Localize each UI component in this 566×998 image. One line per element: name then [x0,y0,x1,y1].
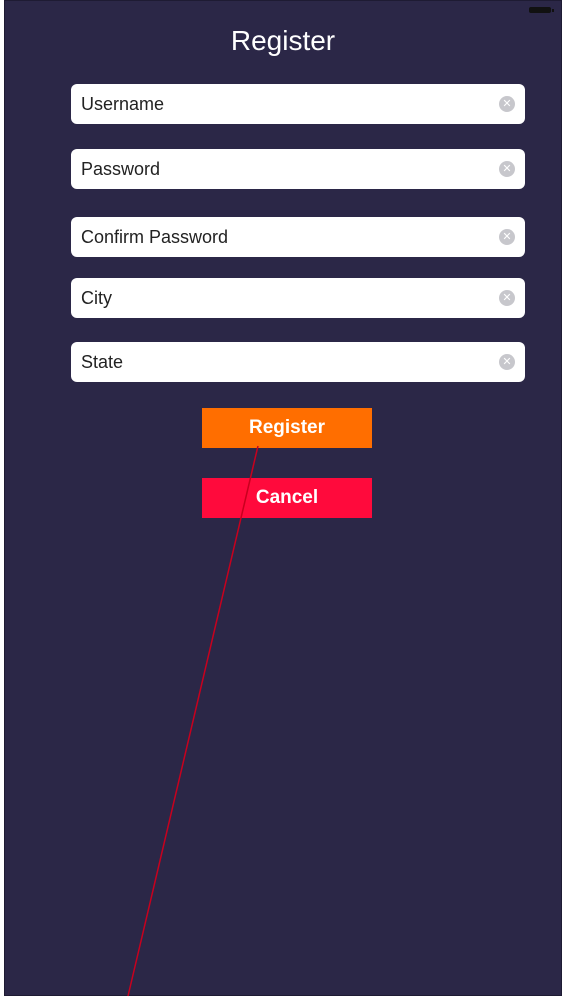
clear-circle-icon[interactable]: ✕ [499,161,515,177]
state-field[interactable]: ✕ [71,342,525,382]
city-field[interactable]: ✕ [71,278,525,318]
city-input[interactable] [81,278,481,318]
confirm-password-field[interactable]: ✕ [71,217,525,257]
state-input[interactable] [81,342,481,382]
username-input[interactable] [81,84,481,124]
register-button[interactable]: Register [202,408,372,448]
password-field[interactable]: ✕ [71,149,525,189]
password-input[interactable] [81,149,481,189]
page-title: Register [230,25,336,56]
username-field[interactable]: ✕ [71,84,525,124]
clear-circle-icon[interactable]: ✕ [499,354,515,370]
clear-circle-icon[interactable]: ✕ [499,290,515,306]
clear-circle-icon[interactable]: ✕ [499,229,515,245]
cancel-button[interactable]: Cancel [202,478,372,518]
app-screen: Register ✕ ✕ ✕ ✕ ✕ Register Cancel [4,0,562,996]
battery-icon [529,7,554,13]
clear-circle-icon[interactable]: ✕ [499,96,515,112]
confirm-password-input[interactable] [81,217,481,257]
